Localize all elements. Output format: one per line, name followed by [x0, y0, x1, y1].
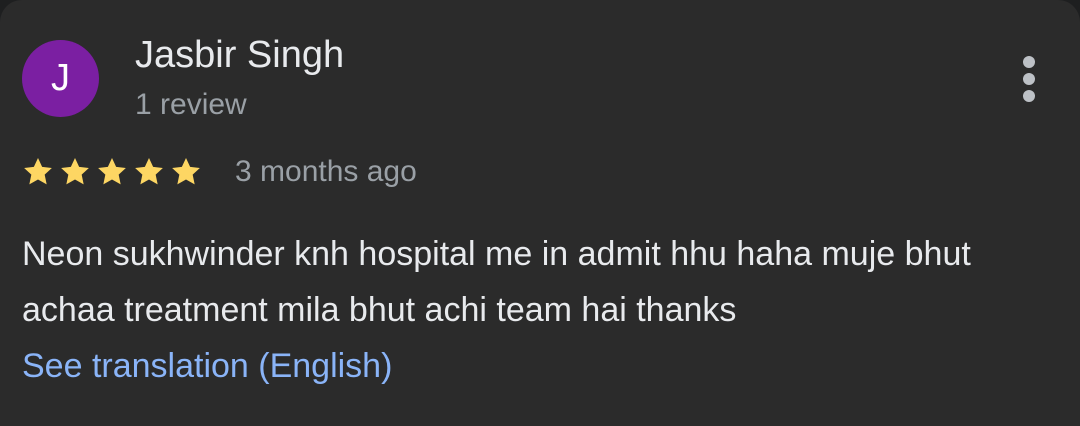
star-icon — [135, 158, 163, 185]
star-icon — [172, 158, 200, 185]
star-rating — [22, 152, 207, 192]
more-options-button[interactable] — [1005, 52, 1053, 106]
review-date: 3 months ago — [235, 155, 417, 188]
star-icon — [24, 158, 52, 185]
see-translation-link[interactable]: See translation (English) — [22, 338, 392, 394]
author-name[interactable]: Jasbir Singh — [135, 34, 344, 77]
review-count: 1 review — [135, 88, 247, 121]
star-icon — [61, 158, 89, 185]
star-icon — [98, 158, 126, 185]
avatar[interactable]: J — [22, 40, 99, 117]
review-text: Neon sukhwinder knh hospital me in admit… — [22, 235, 971, 329]
review-card: J Jasbir Singh 1 review 3 months ago Neo… — [0, 0, 1080, 426]
